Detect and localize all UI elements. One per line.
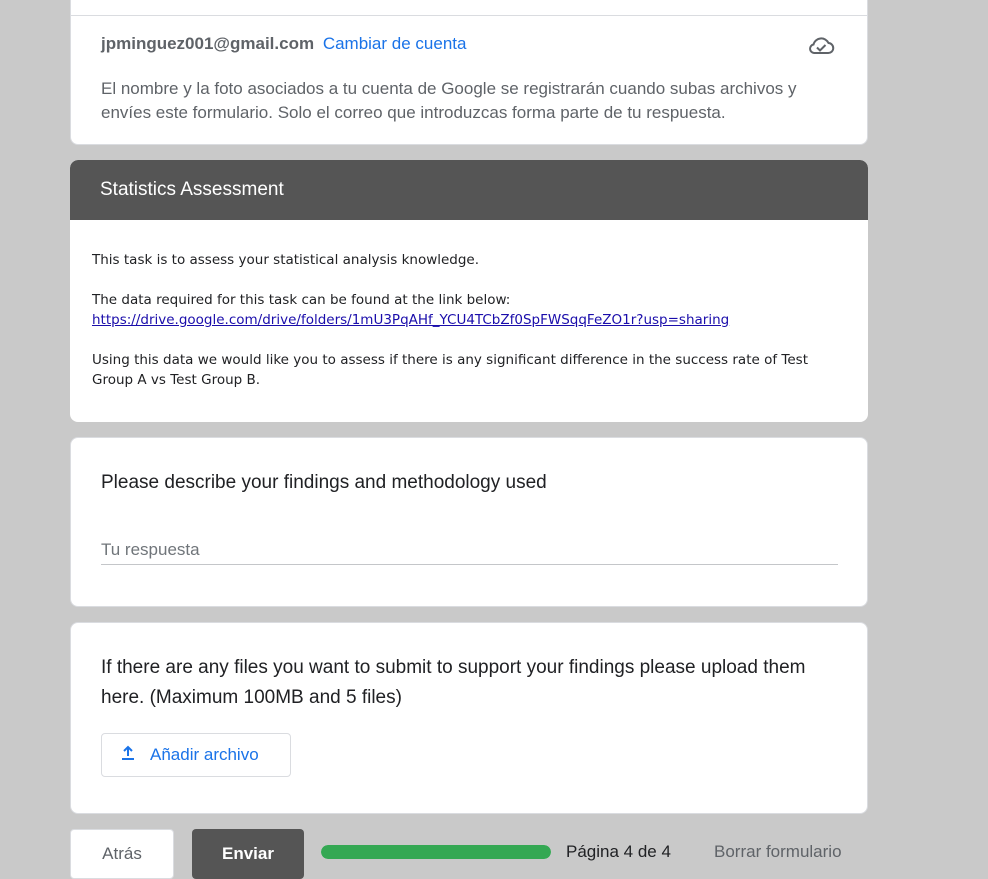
section-description: This task is to assess your statistical … bbox=[92, 250, 846, 410]
section-data-text: The data required for this task can be f… bbox=[92, 292, 511, 308]
progress-fill bbox=[321, 845, 551, 859]
upload-question-card: If there are any files you want to submi… bbox=[70, 622, 868, 814]
account-email: jpminguez001@gmail.com bbox=[101, 34, 315, 53]
switch-account-link[interactable]: Cambiar de cuenta bbox=[323, 34, 467, 53]
findings-question-card: Please describe your findings and method… bbox=[70, 437, 868, 607]
section-instructions: Using this data we would like you to ass… bbox=[92, 352, 808, 388]
add-file-button[interactable]: Añadir archivo bbox=[101, 733, 291, 777]
findings-answer-input[interactable] bbox=[101, 536, 838, 565]
account-row: jpminguez001@gmail.com Cambiar de cuenta bbox=[101, 34, 466, 54]
section-card: Statistics Assessment This task is to as… bbox=[70, 160, 868, 422]
account-card: jpminguez001@gmail.com Cambiar de cuenta… bbox=[70, 0, 868, 145]
back-button[interactable]: Atrás bbox=[70, 829, 174, 879]
upload-question-title: If there are any files you want to submi… bbox=[101, 657, 806, 708]
section-header: Statistics Assessment bbox=[70, 160, 868, 220]
findings-question-title: Please describe your findings and method… bbox=[101, 472, 547, 493]
page-indicator: Página 4 de 4 bbox=[566, 842, 671, 861]
divider bbox=[71, 15, 867, 16]
upload-icon bbox=[102, 745, 150, 766]
data-link[interactable]: https://drive.google.com/drive/folders/1… bbox=[92, 312, 729, 328]
progress-bar bbox=[321, 845, 551, 859]
section-intro: This task is to assess your statistical … bbox=[92, 252, 480, 268]
section-data-paragraph: The data required for this task can be f… bbox=[92, 290, 846, 330]
cloud-check-icon bbox=[807, 35, 835, 57]
section-title: Statistics Assessment bbox=[100, 179, 284, 200]
clear-form-link[interactable]: Borrar formulario bbox=[714, 842, 842, 862]
add-file-label: Añadir archivo bbox=[150, 745, 259, 764]
submit-button[interactable]: Enviar bbox=[192, 829, 304, 879]
account-notice: El nombre y la foto asociados a tu cuent… bbox=[101, 79, 797, 122]
